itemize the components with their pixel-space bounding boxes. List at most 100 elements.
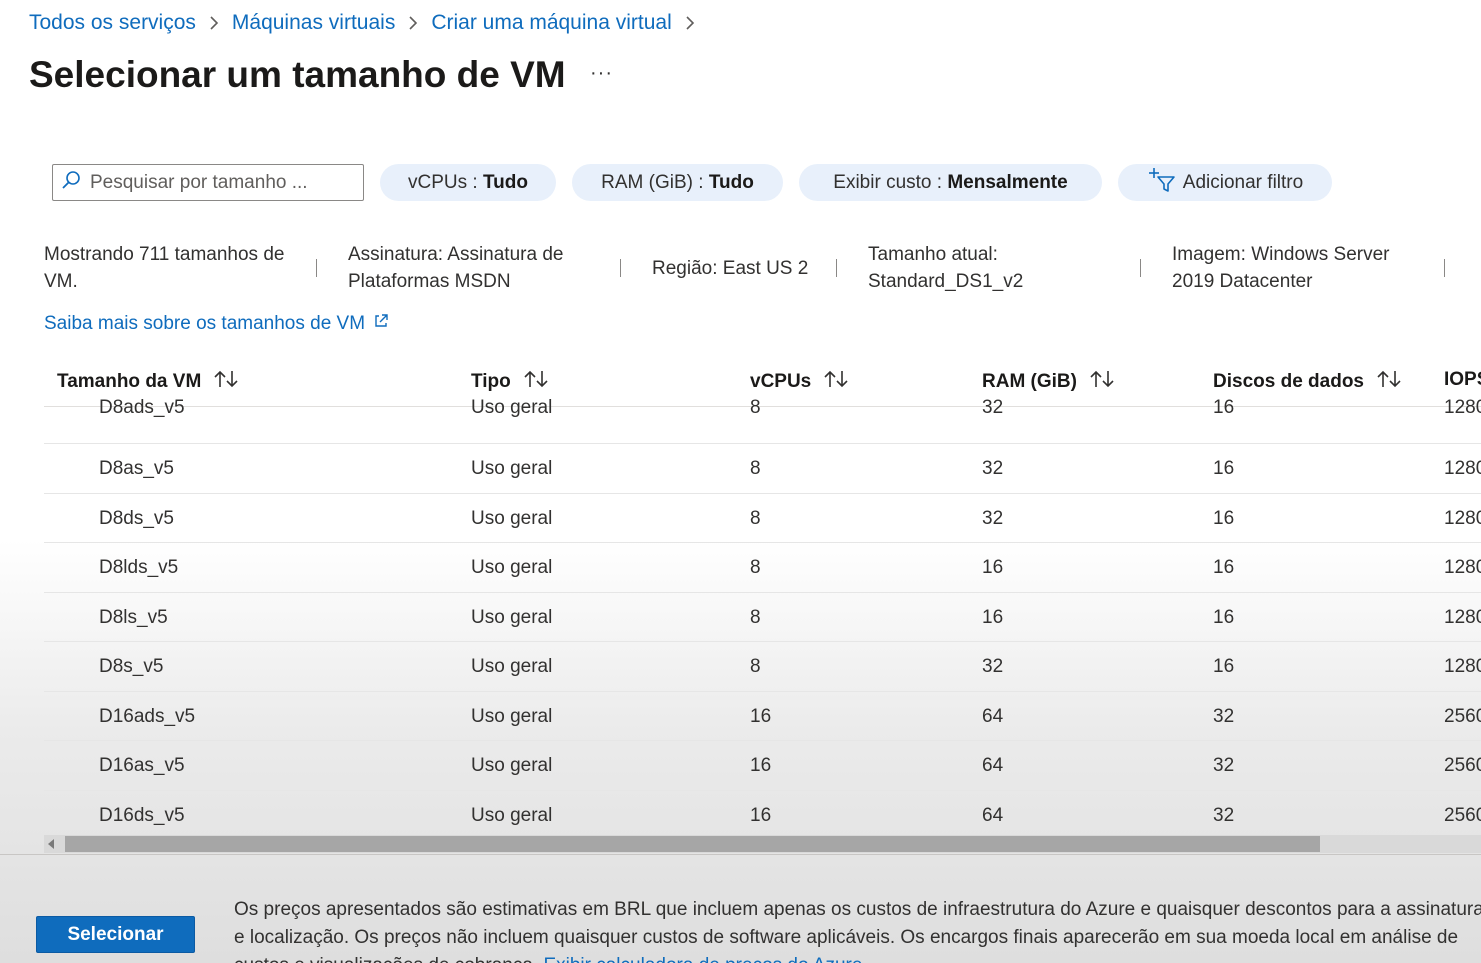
- cell-type: Uso geral: [471, 458, 553, 479]
- column-header-data-disks[interactable]: Discos de dados: [1213, 369, 1402, 395]
- column-header-type[interactable]: Tipo: [471, 369, 549, 395]
- search-box[interactable]: [52, 164, 364, 201]
- table-body: D8ads_v5 Uso geral 8 32 16 1280 D8as_v5 …: [44, 397, 1481, 836]
- cell-type: Uso geral: [471, 606, 553, 628]
- cell-data-disks: 16: [1213, 606, 1235, 628]
- region-info: Região: East US 2: [652, 258, 809, 279]
- ram-filter-pill[interactable]: RAM (GiB) : Tudo: [572, 164, 783, 201]
- table-row[interactable]: D8ls_v5 Uso geral 8 16 16 1280: [44, 593, 1481, 642]
- table-row[interactable]: D16ds_v5 Uso geral 16 64 32 2560: [44, 791, 1481, 836]
- footer-divider: [0, 854, 1481, 855]
- breadcrumb: Todos os serviços Máquinas virtuais Cria…: [29, 11, 708, 35]
- vcpus-filter-pill[interactable]: vCPUs : Tudo: [380, 164, 556, 201]
- cell-vcpus: 8: [750, 656, 761, 677]
- horizontal-scrollbar[interactable]: [44, 835, 1481, 853]
- learn-more-label: Saiba mais sobre os tamanhos de VM: [44, 313, 366, 334]
- info-divider: [1444, 259, 1445, 277]
- subscription-info: Assinatura: Assinatura de Plataformas MS…: [348, 244, 564, 292]
- cell-iops: 1280: [1444, 656, 1481, 677]
- cell-data-disks: 32: [1213, 705, 1235, 727]
- chevron-right-icon: [407, 15, 419, 31]
- table-header: Tamanho da VM Tipo vCPUs RAM (GiB) Disco…: [44, 357, 1481, 407]
- more-options-button[interactable]: ···: [590, 62, 613, 85]
- scrollbar-thumb[interactable]: [65, 836, 1320, 852]
- table-row[interactable]: D16as_v5 Uso geral 16 64 32 2560: [44, 741, 1481, 791]
- vm-size-table: Tamanho da VM Tipo vCPUs RAM (GiB) Disco…: [44, 357, 1481, 835]
- breadcrumb-create-vm[interactable]: Criar uma máquina virtual: [431, 11, 671, 35]
- cell-type: Uso geral: [471, 507, 553, 529]
- cell-ram: 32: [982, 458, 1004, 479]
- sort-icon: [811, 369, 849, 395]
- external-link-icon: [365, 313, 389, 335]
- cell-ram: 64: [982, 804, 1004, 826]
- cell-type: Uso geral: [471, 705, 553, 727]
- vcpus-filter-label: vCPUs :: [408, 171, 478, 193]
- cell-type: Uso geral: [471, 755, 553, 776]
- column-header-iops[interactable]: IOPS: [1444, 369, 1481, 391]
- column-header-label: Tamanho da VM: [57, 371, 202, 392]
- cell-ram: 16: [982, 606, 1004, 628]
- cost-filter-value: Mensalmente: [947, 171, 1068, 193]
- cell-type: Uso geral: [471, 804, 553, 826]
- pricing-note: Os preços apresentados são estimativas e…: [234, 896, 1481, 963]
- cell-vcpus: 8: [750, 397, 761, 418]
- cell-data-disks: 16: [1213, 458, 1235, 479]
- table-row[interactable]: D8ads_v5 Uso geral 8 32 16 1280: [44, 397, 1481, 444]
- cell-size: D8ds_v5: [99, 507, 174, 529]
- sort-icon: [511, 369, 549, 395]
- column-header-label: Discos de dados: [1213, 371, 1364, 392]
- search-input[interactable]: [90, 171, 360, 194]
- info-divider: [620, 259, 621, 277]
- pricing-calculator-link[interactable]: Exibir calculadora de preços do Azure: [543, 955, 862, 963]
- cell-size: D8s_v5: [99, 656, 164, 677]
- cell-vcpus: 8: [750, 606, 761, 628]
- cell-size: D16as_v5: [99, 755, 185, 776]
- ram-filter-label: RAM (GiB) :: [601, 171, 704, 193]
- page-title: Selecionar um tamanho de VM: [29, 54, 566, 95]
- cell-ram: 16: [982, 557, 1004, 578]
- learn-more-link[interactable]: Saiba mais sobre os tamanhos de VM: [44, 313, 389, 335]
- column-header-size[interactable]: Tamanho da VM: [57, 369, 239, 395]
- search-icon: [61, 170, 81, 195]
- cost-filter-pill[interactable]: Exibir custo : Mensalmente: [799, 164, 1102, 201]
- column-header-label: RAM (GiB): [982, 371, 1077, 392]
- cell-ram: 32: [982, 656, 1004, 677]
- cost-filter-label: Exibir custo :: [833, 171, 943, 193]
- chevron-right-icon: [208, 15, 220, 31]
- column-header-ram[interactable]: RAM (GiB): [982, 369, 1115, 395]
- breadcrumb-virtual-machines[interactable]: Máquinas virtuais: [232, 11, 395, 35]
- add-filter-label: Adicionar filtro: [1182, 171, 1304, 193]
- cell-ram: 64: [982, 705, 1004, 727]
- sort-icon: [1077, 369, 1115, 395]
- table-row[interactable]: D8as_v5 Uso geral 8 32 16 1280: [44, 444, 1481, 494]
- cell-iops: 2560: [1444, 705, 1481, 727]
- cell-vcpus: 16: [750, 755, 772, 776]
- table-row[interactable]: D8s_v5 Uso geral 8 32 16 1280: [44, 642, 1481, 692]
- cell-data-disks: 32: [1213, 804, 1235, 826]
- cell-iops: 2560: [1444, 804, 1481, 826]
- info-divider: [836, 259, 837, 277]
- cell-iops: 1280: [1444, 397, 1481, 418]
- cell-type: Uso geral: [471, 557, 553, 578]
- cell-ram: 32: [982, 397, 1004, 418]
- vcpus-filter-value: Tudo: [482, 171, 528, 193]
- cell-size: D8ads_v5: [99, 397, 185, 418]
- cell-iops: 1280: [1444, 557, 1481, 578]
- chevron-right-icon: [684, 15, 696, 31]
- showing-count: Mostrando 711 tamanhos de VM.: [44, 244, 285, 292]
- add-filter-button[interactable]: Adicionar filtro: [1118, 164, 1332, 201]
- cell-iops: 1280: [1444, 458, 1481, 479]
- table-row[interactable]: D8ds_v5 Uso geral 8 32 16 1280: [44, 494, 1481, 543]
- breadcrumb-all-services[interactable]: Todos os serviços: [29, 11, 196, 35]
- cell-iops: 2560: [1444, 755, 1481, 776]
- cell-size: D8as_v5: [99, 458, 174, 479]
- cell-data-disks: 32: [1213, 755, 1235, 776]
- cell-size: D8lds_v5: [99, 557, 179, 578]
- cell-data-disks: 16: [1213, 397, 1235, 418]
- scroll-left-icon[interactable]: [48, 839, 54, 849]
- select-button[interactable]: Selecionar: [36, 916, 195, 953]
- table-row[interactable]: D16ads_v5 Uso geral 16 64 32 2560: [44, 692, 1481, 741]
- table-row[interactable]: D8lds_v5 Uso geral 8 16 16 1280: [44, 543, 1481, 593]
- cell-iops: 1280: [1444, 507, 1481, 529]
- column-header-vcpus[interactable]: vCPUs: [750, 369, 849, 395]
